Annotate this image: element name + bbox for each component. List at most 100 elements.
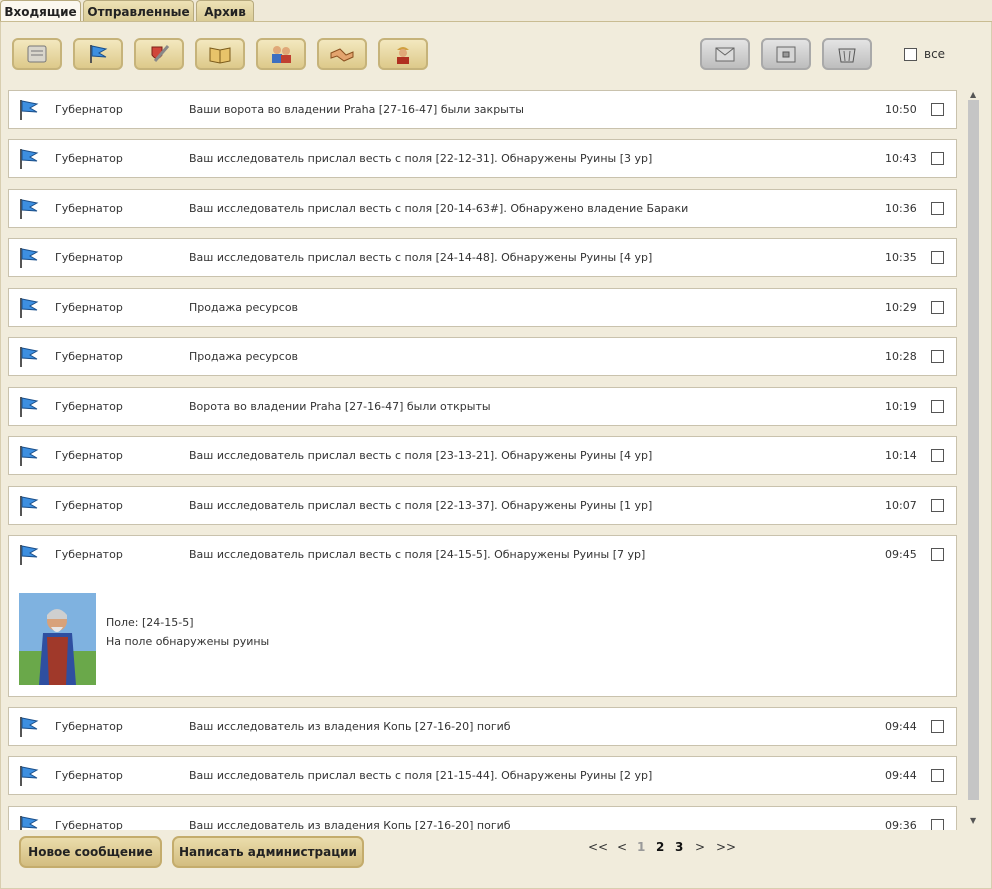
book-icon xyxy=(209,47,231,64)
flag-icon xyxy=(90,45,108,63)
message-body-text: На поле обнаружены руины xyxy=(106,635,270,648)
message-checkbox[interactable] xyxy=(931,350,944,363)
tab-sent[interactable]: Отправленные xyxy=(83,0,194,22)
message-time: 10:43 xyxy=(885,152,917,165)
select-all-label: все xyxy=(924,47,946,61)
pager-last[interactable]: >> xyxy=(716,840,736,854)
book-tool-button[interactable] xyxy=(195,38,245,70)
message-subject[interactable]: Ваш исследователь прислал весть с поля [… xyxy=(189,449,652,462)
scroll-icon xyxy=(27,45,47,63)
message-subject[interactable]: Ваш исследователь прислал весть с поля [… xyxy=(189,548,645,561)
message-checkbox[interactable] xyxy=(931,548,944,561)
delete-button[interactable] xyxy=(822,38,872,70)
flag-icon xyxy=(20,248,39,268)
message-subject[interactable]: Ваш исследователь прислал весть с поля [… xyxy=(189,769,652,782)
message-time: 09:36 xyxy=(885,819,917,830)
message-sender: Губернатор xyxy=(55,499,123,512)
message-subject[interactable]: Ваш исследователь прислал весть с поля [… xyxy=(189,499,652,512)
message-time: 10:28 xyxy=(885,350,917,363)
message-row-expanded[interactable]: Губернатор Ваш исследователь прислал вес… xyxy=(8,535,957,697)
message-row[interactable]: Губернатор Ваш исследователь прислал вес… xyxy=(8,139,957,178)
trash-basket-icon xyxy=(838,48,856,63)
message-checkbox[interactable] xyxy=(931,499,944,512)
message-checkbox[interactable] xyxy=(931,251,944,264)
message-sender: Губернатор xyxy=(55,202,123,215)
message-checkbox[interactable] xyxy=(931,819,944,830)
message-sender: Губернатор xyxy=(55,350,123,363)
pager-prev[interactable]: < xyxy=(617,840,627,854)
message-row[interactable]: Губернатор Ваш исследователь прислал вес… xyxy=(8,189,957,228)
tab-bar: Входящие Отправленные Архив xyxy=(0,0,992,23)
message-checkbox[interactable] xyxy=(931,152,944,165)
archive-button[interactable] xyxy=(761,38,811,70)
battle-tool-button[interactable] xyxy=(134,38,184,70)
message-sender: Губернатор xyxy=(55,152,123,165)
message-checkbox[interactable] xyxy=(931,449,944,462)
warrior-icon xyxy=(397,47,409,64)
message-subject[interactable]: Ворота во владении Praha [27-16-47] были… xyxy=(189,400,491,413)
select-all-checkbox[interactable] xyxy=(904,47,917,61)
tab-archive[interactable]: Архив xyxy=(196,0,254,22)
message-subject[interactable]: Ваш исследователь из владения Копь [27-1… xyxy=(189,819,511,830)
message-row[interactable]: Губернатор Ваш исследователь из владения… xyxy=(8,806,957,830)
pager-page-current: 1 xyxy=(637,840,646,854)
pager-first[interactable]: << xyxy=(588,840,608,854)
flag-icon xyxy=(20,496,39,516)
message-subject[interactable]: Ваш исследователь из владения Копь [27-1… xyxy=(189,720,511,733)
flag-icon xyxy=(20,298,39,318)
pager-next[interactable]: > xyxy=(695,840,705,854)
flag-tool-button[interactable] xyxy=(73,38,123,70)
shield-sword-icon xyxy=(151,45,170,62)
message-row[interactable]: Губернатор Продажа ресурсов 10:28 xyxy=(8,337,957,376)
message-row[interactable]: Губернатор Продажа ресурсов 10:29 xyxy=(8,288,957,327)
new-message-button[interactable]: Новое сообщение xyxy=(19,836,162,868)
message-row[interactable]: Губернатор Ваш исследователь прислал вес… xyxy=(8,756,957,795)
message-checkbox[interactable] xyxy=(931,103,944,116)
message-time: 10:35 xyxy=(885,251,917,264)
message-sender: Губернатор xyxy=(55,449,123,462)
message-subject[interactable]: Ваш исследователь прислал весть с поля [… xyxy=(189,251,652,264)
scroll-up-icon[interactable]: ▲ xyxy=(970,90,976,99)
people-tool-button[interactable] xyxy=(256,38,306,70)
scroll-down-icon[interactable]: ▼ xyxy=(970,816,976,825)
message-time: 10:07 xyxy=(885,499,917,512)
message-sender: Губернатор xyxy=(55,548,123,561)
scrollbar-thumb[interactable] xyxy=(968,100,979,800)
flag-icon xyxy=(20,766,39,786)
message-row[interactable]: Губернатор Ваш исследователь прислал вес… xyxy=(8,486,957,525)
message-sender: Губернатор xyxy=(55,301,123,314)
write-admin-button[interactable]: Написать администрации xyxy=(172,836,364,868)
message-time: 10:36 xyxy=(885,202,917,215)
scrollbar[interactable]: ▲ ▼ xyxy=(965,90,982,830)
message-checkbox[interactable] xyxy=(931,301,944,314)
message-time: 10:29 xyxy=(885,301,917,314)
message-time: 10:14 xyxy=(885,449,917,462)
message-subject[interactable]: Продажа ресурсов xyxy=(189,301,298,314)
message-subject[interactable]: Продажа ресурсов xyxy=(189,350,298,363)
message-subject[interactable]: Ваши ворота во владении Praha [27-16-47]… xyxy=(189,103,524,116)
warrior-tool-button[interactable] xyxy=(378,38,428,70)
message-time: 10:19 xyxy=(885,400,917,413)
tab-inbox[interactable]: Входящие xyxy=(0,0,81,23)
message-checkbox[interactable] xyxy=(931,720,944,733)
flag-icon xyxy=(20,100,39,120)
message-checkbox[interactable] xyxy=(931,400,944,413)
message-row[interactable]: Губернатор Ваш исследователь из владения… xyxy=(8,707,957,746)
message-checkbox[interactable] xyxy=(931,769,944,782)
message-checkbox[interactable] xyxy=(931,202,944,215)
message-row[interactable]: Губернатор Ваш исследователь прислал вес… xyxy=(8,436,957,475)
message-row[interactable]: Губернатор Ворота во владении Praha [27-… xyxy=(8,387,957,426)
pager-page[interactable]: 2 xyxy=(656,840,664,854)
message-sender: Губернатор xyxy=(55,819,123,830)
archive-box-icon xyxy=(776,46,796,63)
message-row[interactable]: Губернатор Ваши ворота во владении Praha… xyxy=(8,90,957,129)
scroll-tool-button[interactable] xyxy=(12,38,62,70)
message-row[interactable]: Губернатор Ваш исследователь прислал вес… xyxy=(8,238,957,277)
pager-page[interactable]: 3 xyxy=(675,840,683,854)
message-body-field: Поле: [24-15-5] xyxy=(106,616,194,629)
mark-read-button[interactable] xyxy=(700,38,750,70)
handshake-tool-button[interactable] xyxy=(317,38,367,70)
message-subject[interactable]: Ваш исследователь прислал весть с поля [… xyxy=(189,202,688,215)
message-subject[interactable]: Ваш исследователь прислал весть с поля [… xyxy=(189,152,652,165)
message-sender: Губернатор xyxy=(55,251,123,264)
